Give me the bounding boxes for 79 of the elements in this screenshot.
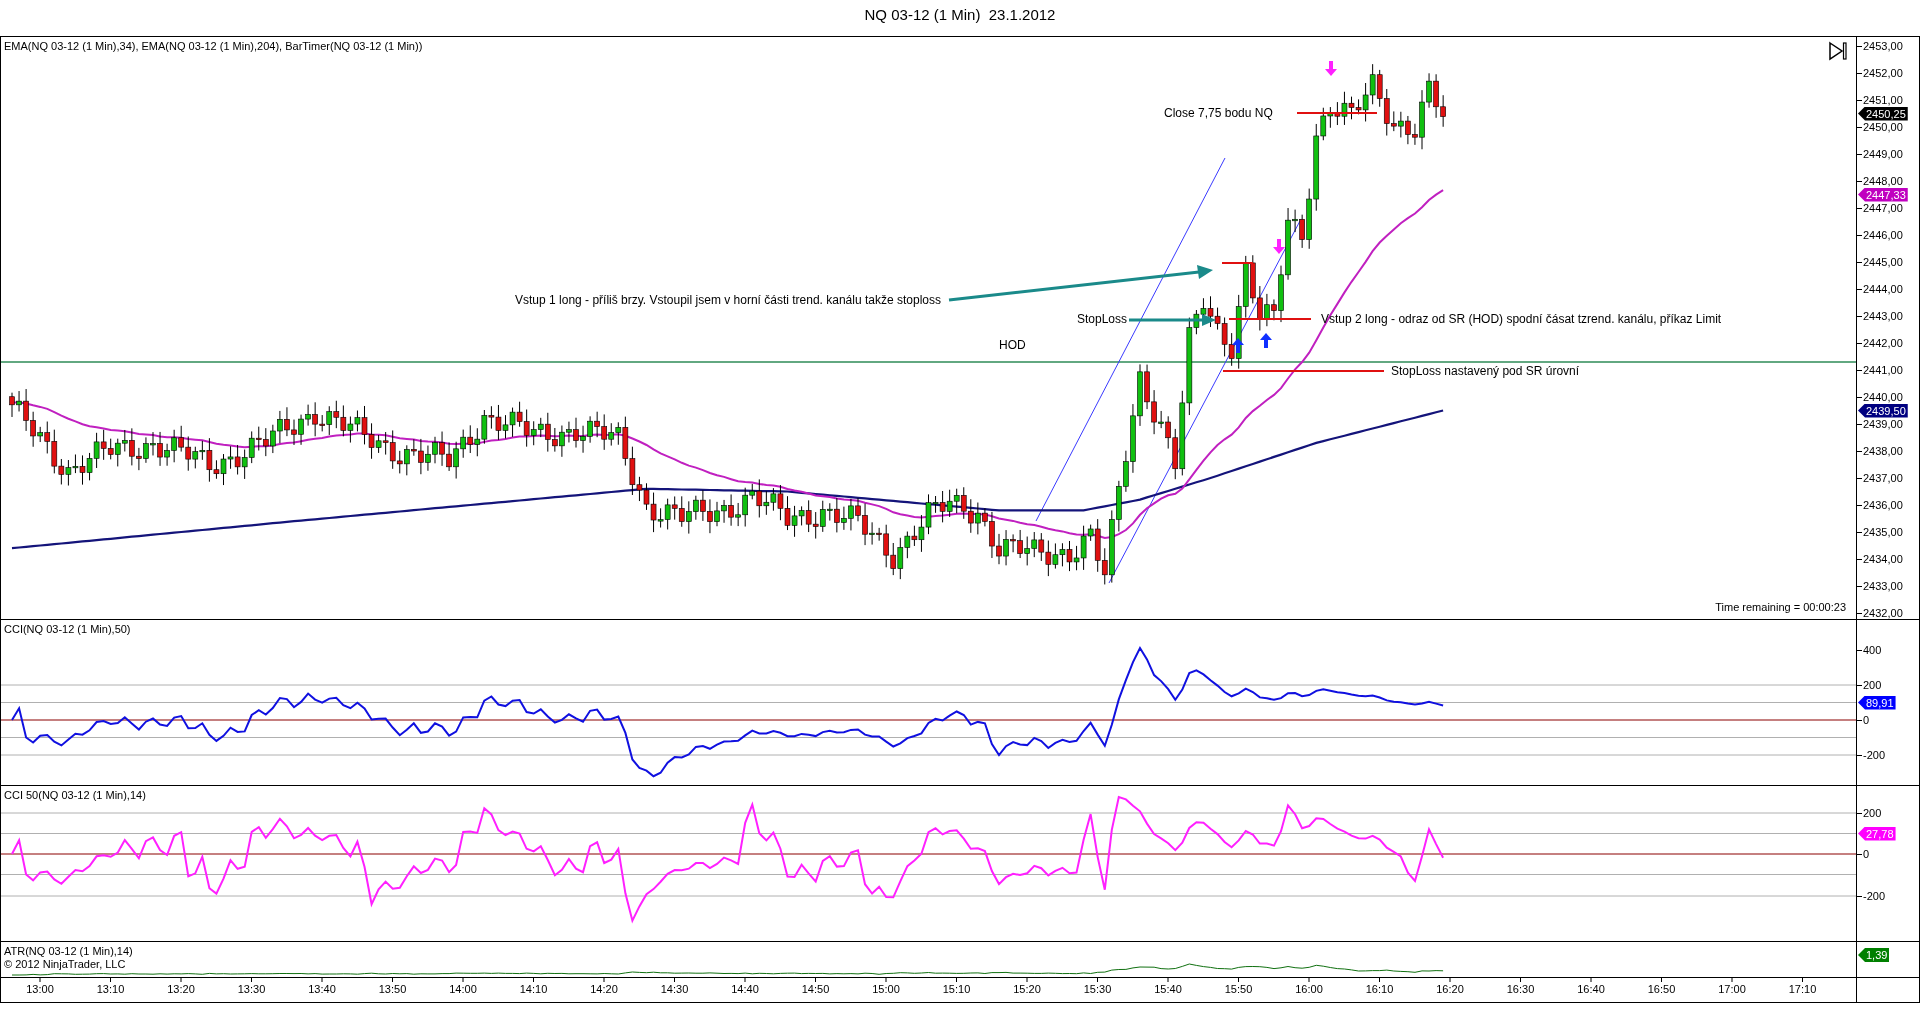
time-label: 17:00 [1717,983,1747,995]
annotation-text: StopLoss [1076,312,1127,326]
time-label: 17:10 [1787,983,1818,995]
indicator-label: CCI 50(NQ 03-12 (1 Min),14) [4,789,146,801]
time-label: 13:30 [236,983,267,995]
axis-label: 0 [1857,713,1870,727]
annotation-text: Close 7,75 bodu NQ [1164,106,1273,120]
time-label: 16:20 [1435,983,1465,995]
time-label: 14:40 [730,983,760,995]
axis-label: -200 [1857,889,1886,903]
time-label: 14:20 [589,983,619,995]
time-label: 14:50 [800,983,831,995]
axis-label: 2453,00 [1857,39,1903,53]
axis-label: 400 [1857,643,1882,657]
indicator-label: EMA(NQ 03-12 (1 Min),34), EMA(NQ 03-12 (1 Min),204), BarTimer(NQ 03-12 (1 Min)) [4,40,423,52]
value-tag: 2439,50 [1858,403,1908,418]
time-label: 15:10 [941,983,972,995]
axis-label: 2437,00 [1857,471,1903,485]
time-label: 15:50 [1223,983,1254,995]
axis-label: 2451,00 [1857,93,1903,107]
time-label: 16:40 [1576,983,1606,995]
time-label: 14:30 [659,983,690,995]
axis-label: 0 [1857,847,1870,861]
time-label: 16:50 [1646,983,1677,995]
chart-title: NQ 03-12 (1 Min) 23.1.2012 [863,5,1057,25]
axis-label: 2442,00 [1857,336,1903,350]
axis-label: 2448,00 [1857,174,1903,188]
axis-label: 2443,00 [1857,309,1903,323]
time-label: 15:00 [871,983,901,995]
down-arrow-icon [1273,239,1285,254]
axis-label: 2449,00 [1857,147,1903,161]
value-tag: 27,78 [1858,826,1896,841]
time-label: 13:50 [377,983,408,995]
skip-end-icon[interactable] [1828,41,1848,61]
time-label: 15:40 [1153,983,1183,995]
axis-label: 2452,00 [1857,66,1903,80]
axis-label: 2444,00 [1857,282,1903,296]
time-label: 13:10 [95,983,126,995]
axis-label: 2445,00 [1857,255,1903,269]
axis-label: 200 [1857,678,1882,692]
annotation-text: StopLoss nastavený pod SR úrovní [1391,364,1580,378]
annotation-text: HOD [999,338,1026,352]
down-arrow-icon [1325,61,1337,76]
axis-label: 2432,00 [1857,606,1903,620]
time-label: 16:30 [1505,983,1536,995]
axis-label: 2439,00 [1857,417,1903,431]
up-arrow-icon [1260,333,1272,348]
time-label: 13:40 [307,983,337,995]
time-label: 16:10 [1364,983,1395,995]
axis-label: 2434,00 [1857,552,1903,566]
axis-label: 2436,00 [1857,498,1903,512]
axis-label: 2440,00 [1857,390,1903,404]
annotation-text: Vstup 1 long - příliš brzy. Vstoupil jsem v horní části trend. kanálu takže stoploss [515,293,941,307]
value-tag: 89,91 [1858,695,1896,710]
price-level-line [1221,262,1254,264]
axis-label: -200 [1857,748,1886,762]
axis-label: 2441,00 [1857,363,1903,377]
indicator-label: CCI(NQ 03-12 (1 Min),50) [4,623,131,635]
time-label: 14:00 [448,983,478,995]
time-label: 14:10 [518,983,549,995]
axis-label: 2435,00 [1857,525,1903,539]
value-tag: 1,39 [1858,948,1890,962]
value-tag: 2450,25 [1858,106,1908,121]
up-arrow-icon [1232,338,1244,353]
axis-label: 200 [1857,806,1882,820]
time-label: 13:00 [25,983,55,995]
axis-label: 2450,00 [1857,120,1903,134]
axis-label: 2447,00 [1857,201,1903,215]
time-label: 15:20 [1012,983,1042,995]
time-label: 16:00 [1294,983,1324,995]
timer-text: Time remaining = 00:00:23 [1715,601,1846,613]
time-label: 15:30 [1082,983,1113,995]
axis-label: 2446,00 [1857,228,1903,242]
time-label: 13:20 [166,983,196,995]
value-tag: 2447,33 [1858,187,1908,202]
axis-label: 2438,00 [1857,444,1903,458]
indicator-label: ATR(NQ 03-12 (1 Min),14) [4,945,133,957]
copyright-text: © 2012 NinjaTrader, LLC [4,958,126,970]
axis-label: 2433,00 [1857,579,1903,593]
